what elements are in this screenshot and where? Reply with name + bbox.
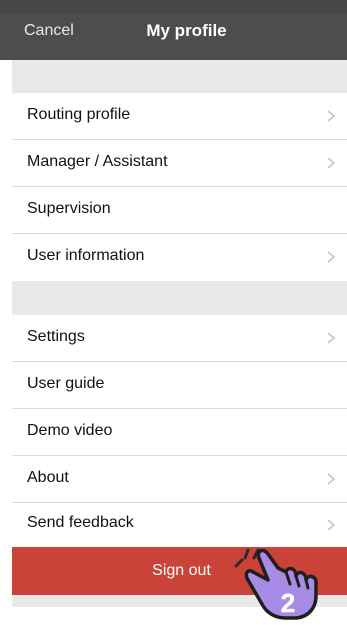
chevron-right-icon xyxy=(327,332,336,344)
menu-item-supervision[interactable]: Supervision xyxy=(12,187,347,234)
chevron-right-icon xyxy=(327,519,336,531)
status-bar xyxy=(0,0,347,14)
menu-item-label: User information xyxy=(27,247,145,264)
menu-item-label: About xyxy=(27,469,69,486)
chevron-right-icon xyxy=(327,157,336,169)
chevron-right-icon xyxy=(327,473,336,485)
menu-item-label: Settings xyxy=(27,328,85,345)
hand-pointer-icon: 2 xyxy=(234,548,318,620)
menu-group-app: Settings User guide Demo video About Sen… xyxy=(12,315,347,547)
section-spacer xyxy=(12,60,347,93)
sign-out-label: Sign out xyxy=(152,562,211,579)
menu-item-label: Demo video xyxy=(27,422,113,439)
navigation-bar: Cancel My profile xyxy=(0,0,347,60)
page-title: My profile xyxy=(146,21,227,40)
menu-item-label: User guide xyxy=(27,375,105,392)
menu-item-about[interactable]: About xyxy=(12,456,347,503)
menu-item-label: Supervision xyxy=(27,200,111,217)
menu-item-manager-assistant[interactable]: Manager / Assistant xyxy=(12,140,347,187)
section-spacer xyxy=(12,281,347,315)
menu-item-label: Routing profile xyxy=(27,106,131,123)
menu-item-user-guide[interactable]: User guide xyxy=(12,362,347,409)
menu-group-account: Routing profile Manager / Assistant Supe… xyxy=(12,93,347,281)
menu-item-demo-video[interactable]: Demo video xyxy=(12,409,347,456)
chevron-right-icon xyxy=(327,251,336,263)
step-number: 2 xyxy=(281,588,295,618)
menu-item-routing-profile[interactable]: Routing profile xyxy=(12,93,347,140)
menu-item-user-information[interactable]: User information xyxy=(12,234,347,281)
menu-item-settings[interactable]: Settings xyxy=(12,315,347,362)
menu-item-label: Manager / Assistant xyxy=(27,153,168,170)
menu-item-label: Send feedback xyxy=(27,514,134,531)
chevron-right-icon xyxy=(327,110,336,122)
